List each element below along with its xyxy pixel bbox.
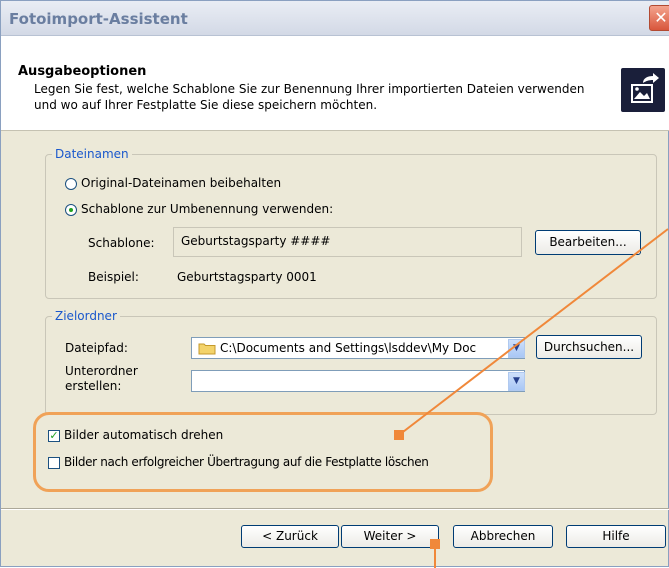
annotation-marker-options (394, 430, 404, 440)
annotation-arrows (394, 228, 669, 568)
annotation-marker-next (430, 539, 440, 549)
annotation-line-options (398, 228, 669, 436)
wizard-window: Fotoimport-Assistent ✕ Ausgabeoptionen L… (0, 0, 669, 568)
